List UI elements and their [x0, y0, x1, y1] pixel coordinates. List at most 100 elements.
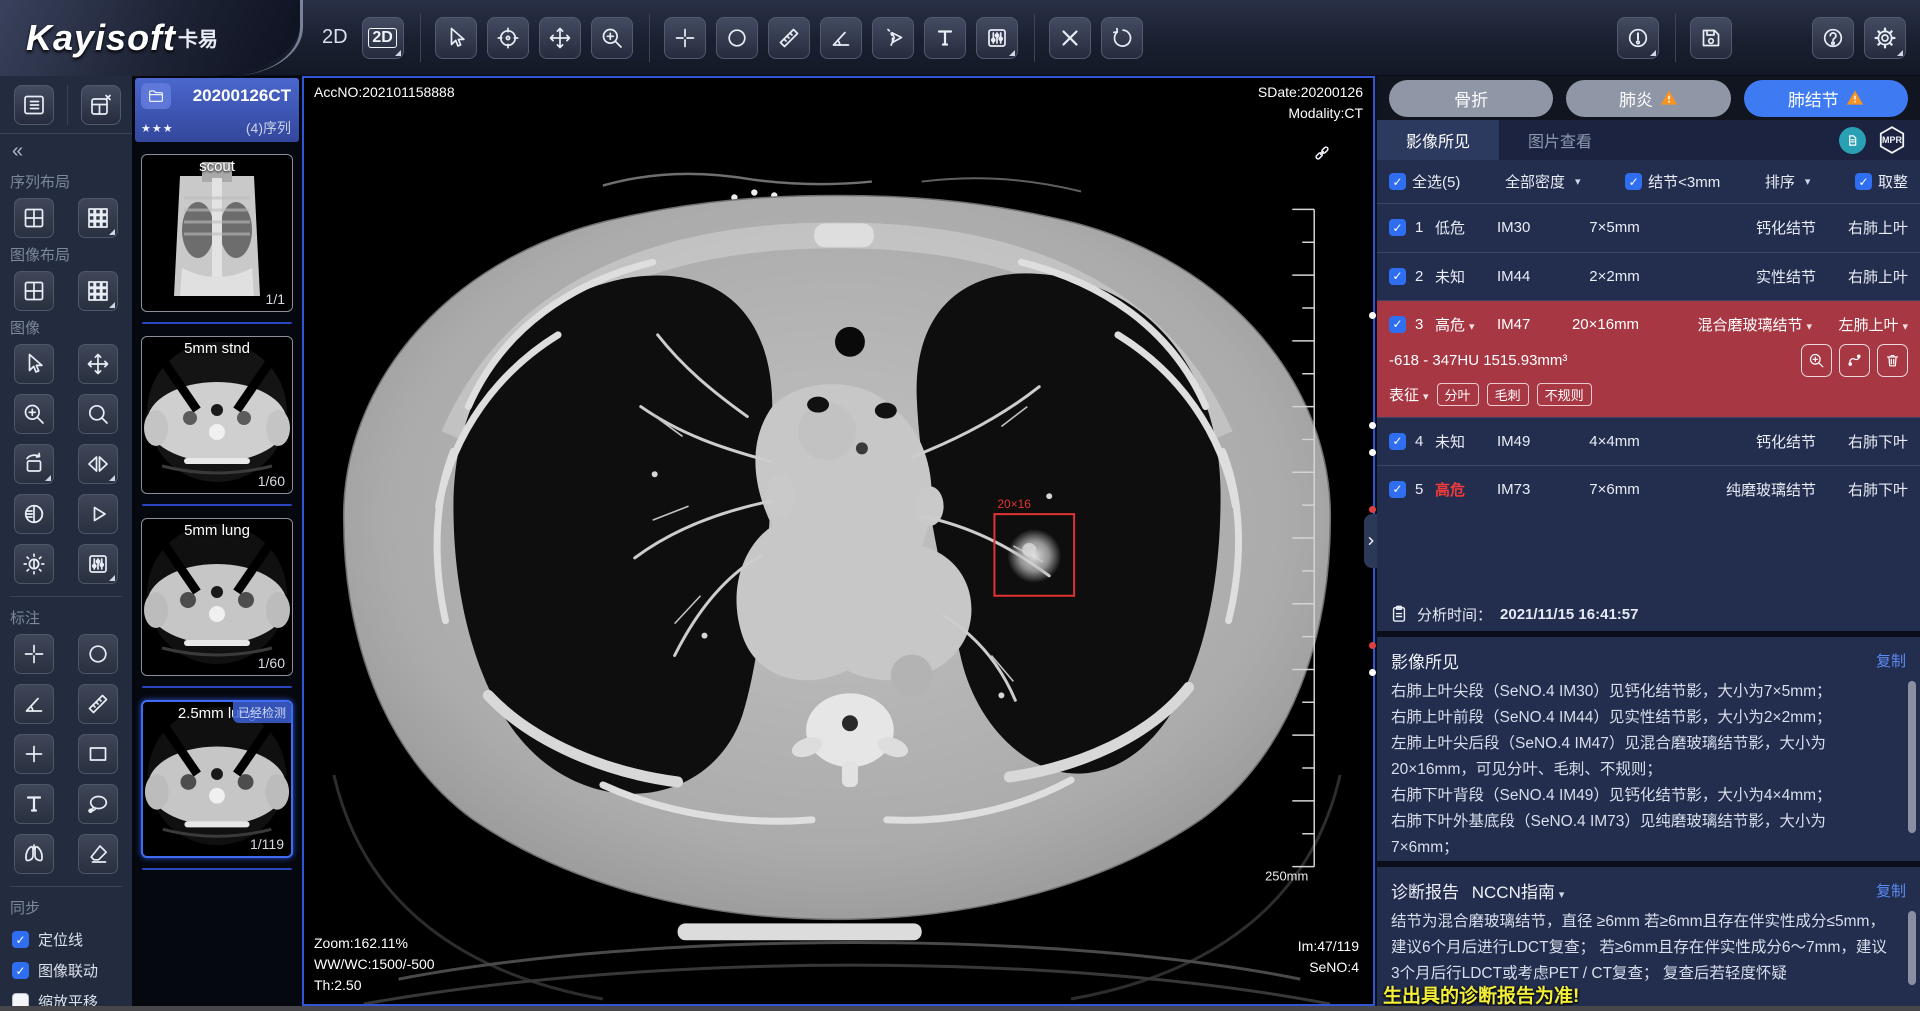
feature-tag[interactable]: 分叶 — [1437, 383, 1479, 406]
nodule-row-3-selected[interactable]: ✓ 3 高危 IM47 20×16mm 混合磨玻璃结节 左肺上叶 -618 - … — [1377, 300, 1920, 417]
alert-button[interactable] — [1617, 17, 1659, 59]
nodule-checkbox[interactable]: ✓ — [1389, 481, 1406, 498]
lung-segment-button[interactable] — [14, 834, 54, 874]
eraser-button[interactable] — [78, 834, 118, 874]
image-layout-2x2-button[interactable] — [14, 271, 54, 311]
tab-picture-view[interactable]: 图片查看 — [1499, 120, 1621, 160]
select-all-checkbox[interactable]: ✓ 全选(5) — [1389, 171, 1460, 192]
series-layout-3x3-button[interactable] — [78, 198, 118, 238]
ruler-tool-button[interactable] — [768, 17, 810, 59]
feature-dropdown[interactable]: 表征 — [1389, 384, 1429, 405]
locate-nodule-button[interactable] — [1801, 344, 1832, 377]
sync-option-localizer[interactable]: ✓ 定位线 — [0, 924, 132, 955]
checkbox-checked[interactable]: ✓ — [1625, 173, 1642, 190]
select-tool-button[interactable] — [14, 344, 54, 384]
series-thumbnail-5mm-lung[interactable]: 5mm lung 1/60 — [141, 518, 293, 676]
link-icon[interactable] — [1311, 142, 1333, 164]
copy-report-link[interactable]: 复制 — [1876, 880, 1906, 901]
checkbox-checked[interactable]: ✓ — [1855, 173, 1872, 190]
panel-collapse-handle[interactable] — [1364, 514, 1377, 568]
crosshair-annotation-button[interactable] — [14, 634, 54, 674]
nodule-checkbox[interactable]: ✓ — [1389, 268, 1406, 285]
cobb-angle-tool-button[interactable] — [872, 17, 914, 59]
ruler-annotation-button[interactable] — [78, 684, 118, 724]
nodule-row-5[interactable]: ✓ 5 高危 IM73 7×6mm 纯磨玻璃结节 右肺下叶 — [1377, 465, 1920, 513]
module-pneumonia-button[interactable]: 肺炎 — [1566, 80, 1730, 117]
series-thumbnail-5mm-stnd[interactable]: 5mm stnd 1/60 — [141, 336, 293, 494]
select-tool-button[interactable] — [435, 17, 477, 59]
ellipse-tool-button[interactable] — [716, 17, 758, 59]
main-ct-viewport[interactable]: 20×16 250mm AccNO:202101158888 SDate:202… — [302, 76, 1375, 1006]
pan-tool-button[interactable] — [539, 17, 581, 59]
report-bubble-button[interactable] — [1839, 127, 1866, 154]
nodule-risk-dropdown[interactable]: 高危 — [1435, 314, 1497, 335]
zoom-in-tool-button[interactable] — [14, 394, 54, 434]
delete-nodule-button[interactable] — [1877, 344, 1908, 377]
rectangle-annotation-button[interactable] — [78, 734, 118, 774]
tab-image-findings[interactable]: 影像所见 — [1377, 120, 1499, 160]
flip-tool-button[interactable] — [78, 444, 118, 484]
folder-icon[interactable] — [141, 83, 171, 109]
nodule-checkbox[interactable]: ✓ — [1389, 433, 1406, 450]
module-fracture-button[interactable]: 骨折 — [1389, 80, 1553, 117]
series-layout-2x2-button[interactable] — [14, 198, 54, 238]
angle-annotation-button[interactable] — [14, 684, 54, 724]
point-annotation-button[interactable] — [14, 734, 54, 774]
layout-2d-button[interactable]: 2D — [362, 17, 404, 59]
window-level-button[interactable] — [976, 17, 1018, 59]
close-layout-panel-button[interactable] — [81, 85, 121, 125]
current-slice-marker[interactable] — [1369, 642, 1376, 649]
invert-tool-button[interactable] — [14, 494, 54, 534]
ellipse-annotation-button[interactable] — [78, 634, 118, 674]
localize-tool-button[interactable] — [487, 17, 529, 59]
series-list-panel-button[interactable] — [14, 85, 54, 125]
image-layout-3x3-button[interactable] — [78, 271, 118, 311]
series-thumbnail-2-5mm-lung-selected[interactable]: 2.5mm lung 已经检测 1/119 — [141, 700, 293, 858]
reset-button[interactable] — [1101, 17, 1143, 59]
report-scrollbar[interactable] — [1908, 911, 1916, 985]
delete-annotation-button[interactable] — [1049, 17, 1091, 59]
findings-scrollbar[interactable] — [1908, 681, 1916, 833]
nodule-row-2[interactable]: ✓ 2 未知 IM44 2×2mm 实性结节 右肺上叶 — [1377, 252, 1920, 300]
current-slice-marker[interactable] — [1369, 506, 1376, 513]
module-lung-nodule-button[interactable]: 肺结节 — [1744, 80, 1908, 117]
sort-dropdown[interactable]: 排序 — [1765, 171, 1811, 192]
magnify-tool-button[interactable] — [78, 394, 118, 434]
callout-annotation-button[interactable] — [78, 784, 118, 824]
angle-tool-button[interactable] — [820, 17, 862, 59]
feature-tag[interactable]: 毛刺 — [1487, 383, 1529, 406]
guideline-dropdown[interactable]: NCCN指南 — [1472, 883, 1565, 902]
checkbox-checked[interactable]: ✓ — [12, 931, 29, 948]
cine-play-button[interactable] — [78, 494, 118, 534]
small-nodule-checkbox[interactable]: ✓ 结节<3mm — [1625, 171, 1720, 192]
mpr-button[interactable]: MPR — [1876, 124, 1908, 156]
nodule-slice-marker[interactable] — [1369, 669, 1376, 676]
text-annotation-button[interactable] — [14, 784, 54, 824]
brightness-tool-button[interactable] — [14, 544, 54, 584]
save-button[interactable] — [1690, 17, 1732, 59]
study-header[interactable]: 20200126CT ★★★ (4)序列 — [135, 78, 299, 142]
collapse-sidebar-button[interactable]: « — [0, 134, 132, 165]
nodule-type-dropdown[interactable]: 混合磨玻璃结节 — [1648, 314, 1812, 335]
rotate-tool-button[interactable] — [14, 444, 54, 484]
copy-findings-link[interactable]: 复制 — [1876, 650, 1906, 671]
pan-tool-button[interactable] — [78, 344, 118, 384]
nodule-row-4[interactable]: ✓ 4 未知 IM49 4×4mm 钙化结节 右肺下叶 — [1377, 417, 1920, 465]
zoom-tool-button[interactable] — [591, 17, 633, 59]
nodule-checkbox[interactable]: ✓ — [1389, 219, 1406, 236]
checkbox-checked[interactable]: ✓ — [1389, 173, 1406, 190]
feature-tag[interactable]: 不规则 — [1537, 383, 1592, 406]
nodule-location-dropdown[interactable]: 左肺上叶 — [1812, 314, 1908, 335]
nodule-slice-marker[interactable] — [1369, 312, 1376, 319]
nodule-row-1[interactable]: ✓ 1 低危 IM30 7×5mm 钙化结节 右肺上叶 — [1377, 204, 1920, 252]
crosshair-tool-button[interactable] — [664, 17, 706, 59]
window-level-tool-button[interactable] — [78, 544, 118, 584]
settings-button[interactable] — [1864, 17, 1906, 59]
round-checkbox[interactable]: ✓ 取整 — [1855, 171, 1908, 192]
density-filter-dropdown[interactable]: 全部密度 — [1505, 171, 1581, 192]
follow-up-compare-button[interactable] — [1839, 344, 1870, 377]
text-annotation-button[interactable] — [924, 17, 966, 59]
nodule-checkbox[interactable]: ✓ — [1389, 316, 1406, 333]
help-button[interactable] — [1812, 17, 1854, 59]
checkbox-checked[interactable]: ✓ — [12, 962, 29, 979]
